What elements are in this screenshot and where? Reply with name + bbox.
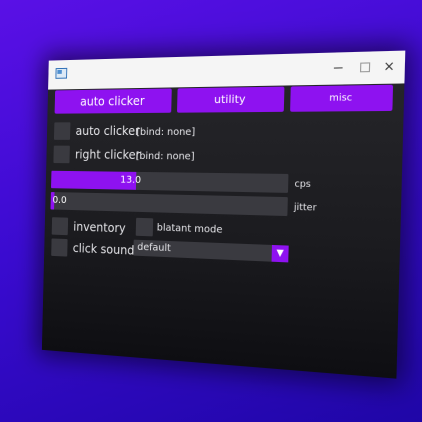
auto-clicker-label: auto clicker — [75, 123, 140, 138]
jitter-slider[interactable]: 0.0 — [50, 192, 288, 217]
maximize-button[interactable] — [355, 58, 373, 76]
cps-value: 13.0 — [120, 174, 142, 186]
auto-clicker-bind[interactable]: [bind: none] — [136, 127, 195, 138]
client-area: auto clicker utility misc auto clicker [… — [41, 83, 405, 379]
right-clicker-checkbox[interactable] — [53, 145, 70, 164]
app-window: × auto clicker utility misc auto clicker… — [41, 50, 406, 379]
close-button[interactable]: × — [380, 57, 398, 75]
inventory-label: inventory — [73, 219, 126, 236]
blatant-mode-checkbox[interactable] — [135, 217, 154, 237]
auto-clicker-checkbox[interactable] — [53, 122, 71, 140]
jitter-value: 0.0 — [52, 194, 67, 206]
chevron-down-icon[interactable]: ▼ — [271, 244, 289, 263]
desktop-background: × auto clicker utility misc auto clicker… — [0, 0, 422, 422]
click-sounds-selected: default — [137, 241, 172, 255]
right-clicker-bind[interactable]: [bind: none] — [136, 151, 195, 163]
app-window-icon — [55, 67, 68, 79]
cps-slider[interactable]: 13.0 — [51, 170, 289, 193]
inventory-checkbox[interactable] — [51, 217, 69, 236]
tab-misc[interactable]: misc — [290, 84, 394, 112]
click-sounds-checkbox[interactable] — [51, 238, 68, 257]
tab-auto-clicker[interactable]: auto clicker — [54, 88, 172, 114]
click-sounds-dropdown[interactable]: default ▼ — [133, 239, 289, 263]
jitter-label: jitter — [293, 202, 317, 214]
blatant-mode-label: blatant mode — [156, 222, 223, 236]
right-clicker-label: right clicker — [74, 147, 141, 162]
minimize-button[interactable] — [329, 59, 347, 77]
click-sounds-label: click sounds — [72, 241, 141, 258]
tab-utility[interactable]: utility — [176, 86, 285, 113]
cps-label: cps — [294, 179, 311, 191]
